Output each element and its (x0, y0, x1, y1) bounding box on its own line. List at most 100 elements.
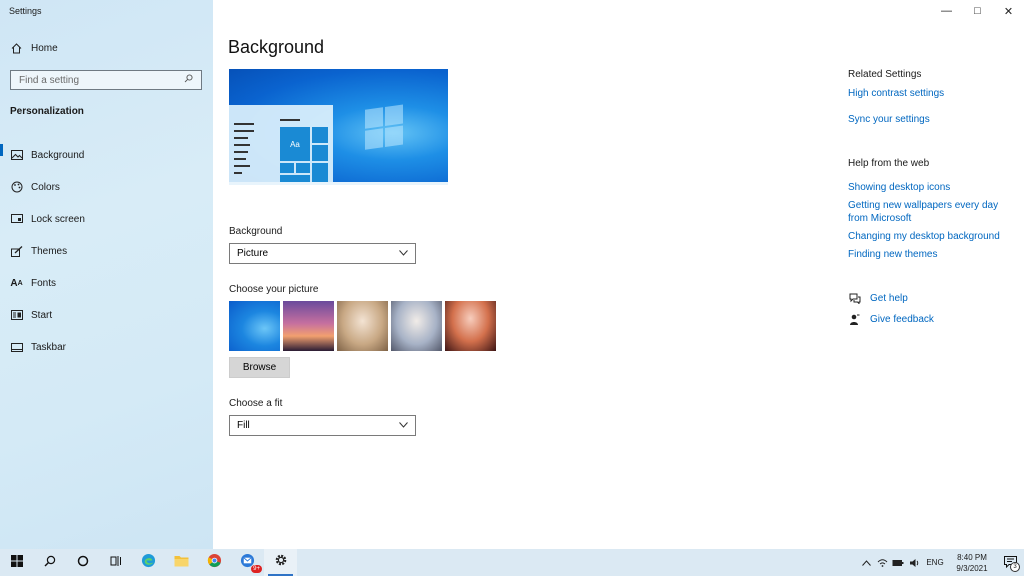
start-icon (10, 309, 23, 322)
clock[interactable]: 8:40 PM 9/3/2021 (948, 552, 996, 574)
taskbar-search-button[interactable] (33, 549, 66, 576)
sidebar-item-label: Background (31, 149, 85, 161)
home-nav-item[interactable]: Home (10, 42, 58, 55)
background-label: Background (229, 226, 283, 237)
gear-icon (274, 553, 288, 572)
fit-selected-value: Fill (237, 420, 250, 431)
sidebar-item-themes[interactable]: Themes (0, 235, 213, 267)
desktop-icons-link[interactable]: Showing desktop icons (848, 181, 1008, 194)
chrome-button[interactable] (198, 549, 231, 576)
battery-icon[interactable] (890, 559, 906, 567)
close-button[interactable]: ✕ (993, 0, 1024, 22)
volume-icon[interactable] (906, 558, 922, 568)
picture-thumbnail-anime-girl-1[interactable] (337, 301, 388, 351)
palette-icon (10, 181, 23, 194)
sync-settings-link[interactable]: Sync your settings (848, 113, 1008, 126)
maximize-button[interactable]: □ (962, 0, 993, 22)
background-selected-value: Picture (237, 248, 269, 259)
help-web-heading: Help from the web (848, 158, 930, 169)
taskbar: 9+ ENG 8:40 PM 9/3/2021 3 (0, 549, 1024, 576)
window-title: Settings (9, 6, 42, 16)
give-feedback-link[interactable]: Give feedback (848, 313, 934, 326)
windows-logo-icon (10, 554, 23, 572)
chrome-icon (207, 553, 222, 573)
sidebar-item-start[interactable]: Start (0, 299, 213, 331)
preview-taskbar (229, 182, 448, 185)
related-settings-heading: Related Settings (848, 69, 922, 80)
sidebar-item-label: Fonts (31, 277, 57, 289)
cortana-circle-icon (77, 554, 89, 572)
home-icon (10, 42, 23, 55)
personalization-nav-list: Background Colors Lock screen Themes AA … (0, 139, 213, 363)
edge-browser-button[interactable] (132, 549, 165, 576)
background-preview: Aa (229, 69, 448, 185)
sidebar-item-fonts[interactable]: AA Fonts (0, 267, 213, 299)
finding-themes-link[interactable]: Finding new themes (848, 248, 1008, 261)
browse-button[interactable]: Browse (229, 357, 290, 378)
start-button[interactable] (0, 549, 33, 576)
mail-notification-badge: 9+ (251, 565, 262, 573)
new-wallpapers-link[interactable]: Getting new wallpapers every day from Mi… (848, 199, 1008, 225)
clock-time: 8:40 PM (957, 552, 987, 562)
chevron-up-icon[interactable] (858, 559, 874, 566)
sidebar-item-background[interactable]: Background (0, 139, 213, 171)
task-view-button[interactable] (99, 549, 132, 576)
sidebar-item-label: Taskbar (31, 341, 67, 353)
sidebar-item-colors[interactable]: Colors (0, 171, 213, 203)
task-view-icon (110, 554, 122, 572)
wifi-icon[interactable] (874, 558, 890, 568)
fit-select[interactable]: Fill (229, 415, 416, 436)
cortana-button[interactable] (66, 549, 99, 576)
search-icon[interactable] (184, 74, 193, 86)
picture-thumbnail-windows[interactable] (229, 301, 280, 351)
picture-thumbnails (229, 301, 496, 351)
background-type-select[interactable]: Picture (229, 243, 416, 264)
folder-icon (174, 554, 189, 572)
sidebar-item-label: Lock screen (31, 213, 85, 225)
picture-thumbnail-anime-girl-2[interactable] (391, 301, 442, 351)
sidebar-item-lock-screen[interactable]: Lock screen (0, 203, 213, 235)
system-tray: ENG 8:40 PM 9/3/2021 3 (858, 549, 1024, 576)
fonts-icon: AA (10, 277, 23, 289)
personalization-section-label: Personalization (10, 106, 84, 117)
page-title: Background (228, 37, 325, 57)
window-controls: — □ ✕ (931, 0, 1024, 22)
chevron-down-icon (399, 248, 408, 259)
start-tiles: Aa (280, 127, 330, 185)
settings-app-button[interactable] (264, 549, 297, 576)
mail-app-button[interactable]: 9+ (231, 549, 264, 576)
themes-brush-icon (10, 245, 23, 258)
action-center-button[interactable]: 3 (996, 549, 1024, 576)
settings-sidebar: Settings Home Find a setting Personaliza… (0, 0, 213, 549)
image-icon (10, 149, 23, 162)
chat-help-icon (848, 292, 861, 305)
start-list-lines (234, 123, 254, 179)
give-feedback-label: Give feedback (870, 314, 934, 325)
feedback-icon (848, 313, 861, 326)
picture-thumbnail-sunset-tree[interactable] (283, 301, 334, 351)
minimize-button[interactable]: — (931, 0, 962, 22)
start-menu-preview: Aa (229, 105, 333, 185)
sidebar-item-label: Themes (31, 245, 68, 257)
get-help-link[interactable]: Get help (848, 292, 908, 305)
notification-count: 3 (1010, 562, 1020, 572)
search-placeholder: Find a setting (19, 74, 80, 86)
chevron-down-icon (399, 420, 408, 431)
aa-tile: Aa (280, 127, 310, 161)
choose-picture-label: Choose your picture (229, 284, 319, 295)
file-explorer-button[interactable] (165, 549, 198, 576)
sidebar-item-taskbar[interactable]: Taskbar (0, 331, 213, 363)
change-background-link[interactable]: Changing my desktop background (848, 230, 1008, 243)
home-label: Home (31, 43, 58, 54)
lock-screen-icon (10, 213, 23, 226)
find-setting-input[interactable]: Find a setting (10, 70, 202, 90)
picture-thumbnail-anime-girl-3[interactable] (445, 301, 496, 351)
sidebar-item-label: Start (31, 309, 53, 321)
input-language-indicator[interactable]: ENG (922, 558, 948, 567)
start-header-line (280, 119, 300, 121)
clock-date: 9/3/2021 (956, 563, 988, 573)
fit-label: Choose a fit (229, 398, 283, 409)
sidebar-item-label: Colors (31, 181, 60, 193)
windows-logo-wallpaper (365, 104, 405, 152)
high-contrast-link[interactable]: High contrast settings (848, 87, 1008, 100)
